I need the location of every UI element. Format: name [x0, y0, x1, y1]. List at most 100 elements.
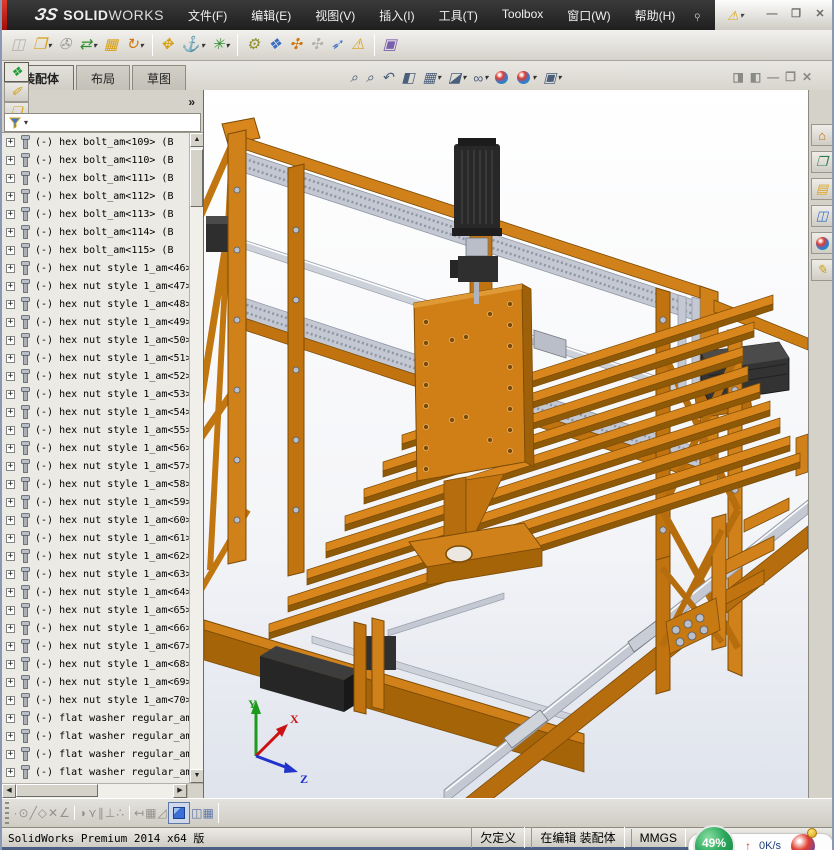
tree-row[interactable]: + (-) hex nut style 1_am<54> (B: [2, 403, 190, 421]
expand-icon[interactable]: +: [6, 443, 15, 453]
tree-filter[interactable]: ▾: [4, 113, 201, 132]
scroll-thumb[interactable]: [190, 149, 203, 207]
tree-row[interactable]: + (-) flat washer regular_am<: [2, 709, 190, 727]
tree-row[interactable]: + (-) hex nut style 1_am<63> (B: [2, 565, 190, 583]
angle-snap-icon[interactable]: ◿: [157, 806, 166, 820]
expand-icon[interactable]: +: [6, 497, 15, 507]
attach-icon[interactable]: ✇: [56, 34, 76, 56]
close-button[interactable]: ✕: [810, 7, 830, 23]
insert-component-icon[interactable]: ◫: [8, 34, 29, 56]
tree-row[interactable]: + (-) hex bolt_am<110> (B: [2, 151, 190, 169]
separator[interactable]: [74, 806, 76, 820]
expand-icon[interactable]: +: [6, 713, 15, 723]
expand-icon[interactable]: +: [6, 551, 15, 561]
expand-icon[interactable]: +: [6, 461, 15, 471]
snap-midpoint-icon[interactable]: ⋎: [88, 806, 97, 820]
tree-row[interactable]: + (-) hex nut style 1_am<64> (B: [2, 583, 190, 601]
snap-center-icon[interactable]: ⊙: [19, 806, 29, 820]
tree-row[interactable]: + (-) hex nut style 1_am<69> (B: [2, 673, 190, 691]
expand-icon[interactable]: +: [6, 263, 15, 273]
expand-icon[interactable]: +: [6, 371, 15, 381]
view-previous-icon[interactable]: ↶: [380, 68, 397, 87]
tab-layout[interactable]: 布局: [76, 65, 131, 90]
expand-icon[interactable]: +: [6, 173, 15, 183]
tree-row[interactable]: + (-) hex bolt_am<112> (B: [2, 187, 190, 205]
tree-row[interactable]: + (-) hex nut style 1_am<60> (B: [2, 511, 190, 529]
tree-row[interactable]: + (-) hex nut style 1_am<52> (B: [2, 367, 190, 385]
expand-icon[interactable]: +: [6, 425, 15, 435]
tree-row[interactable]: + (-) hex bolt_am<111> (B: [2, 169, 190, 187]
doc-close-icon[interactable]: ✕: [802, 70, 812, 84]
featuremanager-tab[interactable]: ❖: [4, 61, 29, 82]
tree-row[interactable]: + (-) hex nut style 1_am<67> (B: [2, 637, 190, 655]
expand-icon[interactable]: +: [6, 605, 15, 615]
dimension-snap-icon[interactable]: ↤: [134, 806, 144, 820]
doc-minimize-icon[interactable]: —: [767, 70, 779, 84]
exploded-view-icon[interactable]: ✣: [286, 34, 306, 56]
snap-angle-icon[interactable]: ∠: [59, 806, 70, 820]
menu-item[interactable]: 文件(F): [178, 3, 237, 28]
graphics-viewport[interactable]: Y X Z: [204, 90, 808, 798]
tree-row[interactable]: + (-) hex nut style 1_am<49> (B: [2, 313, 190, 331]
pane-left-icon[interactable]: ◨: [732, 70, 743, 84]
tree-row[interactable]: + (-) hex nut style 1_am<56> (B: [2, 439, 190, 457]
new-window-icon[interactable]: ❖: [265, 34, 285, 56]
view-settings-icon[interactable]: ▣ ▾: [541, 68, 563, 87]
propertymanager-tab[interactable]: ✐: [4, 81, 29, 102]
expand-icon[interactable]: +: [6, 335, 15, 345]
menu-item[interactable]: 窗口(W): [557, 3, 620, 28]
tree-row[interactable]: + (-) hex bolt_am<109> (B: [2, 133, 190, 151]
tree-row[interactable]: + (-) flat washer regular_am<: [2, 745, 190, 763]
tree-row[interactable]: + (-) hex nut style 1_am<59> (B: [2, 493, 190, 511]
expand-icon[interactable]: +: [6, 137, 15, 147]
tree-row[interactable]: + (-) flat washer regular_am<: [2, 763, 190, 781]
design-library-icon[interactable]: ❒: [810, 151, 832, 173]
expand-icon[interactable]: +: [6, 227, 15, 237]
expand-icon[interactable]: +: [6, 767, 15, 777]
expand-icon[interactable]: +: [6, 245, 15, 255]
separator[interactable]: [151, 34, 153, 56]
expand-icon[interactable]: +: [6, 389, 15, 399]
expand-icon[interactable]: +: [6, 407, 15, 417]
expand-icon[interactable]: +: [6, 317, 15, 327]
task-home-icon[interactable]: ⌂: [810, 124, 832, 146]
menu-item[interactable]: Toolbox: [492, 3, 553, 28]
tree-row[interactable]: + (-) hex nut style 1_am<57> (B: [2, 457, 190, 475]
menu-item[interactable]: 插入(I): [369, 3, 424, 28]
expand-icon[interactable]: +: [6, 641, 15, 651]
menu-item[interactable]: 编辑(E): [241, 3, 301, 28]
view-palette-icon[interactable]: ◫: [810, 205, 832, 227]
tree-row[interactable]: + (-) hex bolt_am<113> (B: [2, 205, 190, 223]
minimize-button[interactable]: —: [762, 7, 782, 23]
custom-properties-icon[interactable]: ✎: [810, 259, 832, 281]
expand-icon[interactable]: +: [6, 353, 15, 363]
mate-align-icon[interactable]: ⇄ ▾: [76, 34, 100, 56]
expand-icon[interactable]: +: [6, 659, 15, 669]
tab-sketch[interactable]: 草图: [132, 65, 187, 90]
viewport-grid-icon[interactable]: ▦: [202, 806, 213, 820]
smart-fastener-icon[interactable]: ✳ ▾: [209, 34, 233, 56]
tree-row[interactable]: + (-) hex nut style 1_am<65> (B: [2, 601, 190, 619]
tree-row[interactable]: + (-) hex nut style 1_am<55> (B: [2, 421, 190, 439]
overlay-app-icon[interactable]: [791, 828, 818, 850]
scroll-thumb[interactable]: [16, 784, 98, 797]
expand-icon[interactable]: +: [6, 281, 15, 291]
doc-restore-icon[interactable]: ❐: [785, 70, 796, 84]
tree-row[interactable]: + (-) hex nut style 1_am<48> (B: [2, 295, 190, 313]
tree-row[interactable]: + (-) hex bolt_am<115> (B: [2, 241, 190, 259]
snap-tangent-icon[interactable]: ◗: [80, 806, 87, 820]
snap-polygon-icon[interactable]: ◇: [38, 806, 47, 820]
pane-right-icon[interactable]: ◧: [750, 70, 761, 84]
mate-icon[interactable]: ⚓ ▾: [178, 34, 208, 56]
display-style-icon[interactable]: ◪ ▾: [446, 68, 468, 87]
expand-icon[interactable]: +: [6, 587, 15, 597]
tree-row[interactable]: + (-) flat washer regular_am<: [2, 727, 190, 745]
expand-icon[interactable]: +: [6, 533, 15, 543]
search-icon[interactable]: ⌕: [688, 6, 706, 24]
tree-row[interactable]: + (-) hex nut style 1_am<47> (B: [2, 277, 190, 295]
tree-row[interactable]: + (-) hex nut style 1_am<62> (B: [2, 547, 190, 565]
menu-item[interactable]: 工具(T): [429, 3, 488, 28]
menu-item[interactable]: 帮助(H): [625, 3, 686, 28]
tree-row[interactable]: + (-) hex bolt_am<114> (B: [2, 223, 190, 241]
expand-icon[interactable]: +: [6, 299, 15, 309]
